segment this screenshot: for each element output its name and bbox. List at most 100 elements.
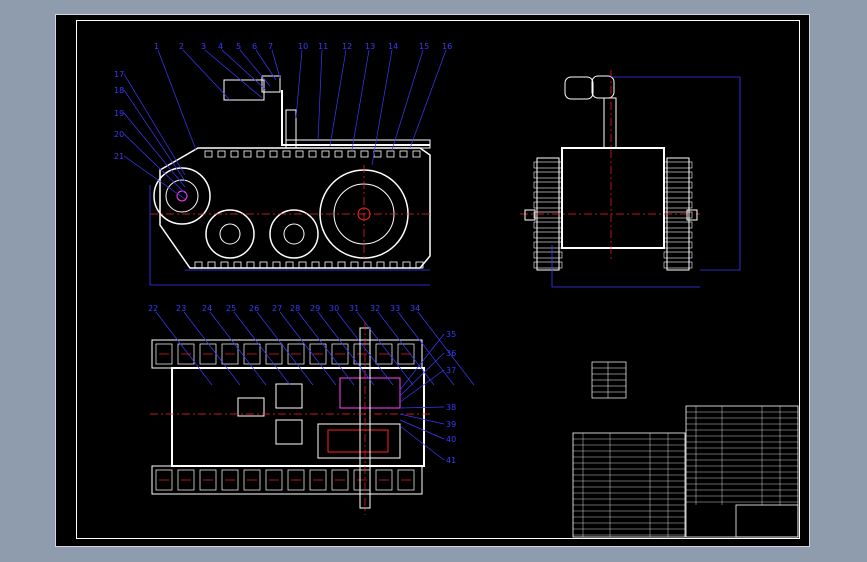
front-view bbox=[520, 70, 741, 288]
track-tooth bbox=[243, 150, 252, 158]
track-tooth bbox=[399, 150, 408, 158]
front-track-link bbox=[533, 231, 563, 239]
front-track-link bbox=[533, 211, 563, 219]
leader-line bbox=[123, 133, 186, 194]
battery-1 bbox=[237, 397, 265, 417]
side-view: 1 2 3 4 5 6 7 10 11 12 13 14 15 161718192021 bbox=[114, 42, 452, 286]
part-label: 5 bbox=[236, 42, 241, 51]
part-label: 32 bbox=[370, 304, 380, 313]
leader-line bbox=[279, 311, 337, 386]
part-label: 27 bbox=[272, 304, 282, 313]
part-label: 12 bbox=[342, 42, 352, 51]
part-label: 15 bbox=[419, 42, 429, 51]
part-label: 39 bbox=[446, 420, 456, 429]
part-label: 13 bbox=[365, 42, 375, 51]
road-wheel-1-hub bbox=[219, 223, 241, 245]
leader-line bbox=[271, 49, 281, 79]
leader-line bbox=[155, 311, 213, 386]
part-label: 2 bbox=[179, 42, 184, 51]
front-track-link bbox=[533, 161, 563, 169]
track-tooth bbox=[295, 150, 304, 158]
top-view: 22 23 24 25 26 27 28 29 30 31 32 33 34 35 36 37 38 39 40 41 bbox=[148, 304, 475, 515]
leader-line bbox=[399, 406, 445, 409]
part-label: 22 bbox=[148, 304, 158, 313]
track-tooth bbox=[373, 150, 382, 158]
front-gripper bbox=[564, 76, 594, 100]
front-track-link bbox=[663, 251, 693, 259]
small-table bbox=[591, 361, 627, 399]
front-dimension bbox=[612, 76, 741, 271]
track-links bbox=[155, 343, 415, 491]
track-tooth bbox=[298, 261, 307, 269]
track-tooth bbox=[230, 150, 239, 158]
front-track-link bbox=[663, 211, 693, 219]
track-tooth bbox=[220, 261, 229, 269]
track-tooth bbox=[334, 150, 343, 158]
arm-post bbox=[285, 109, 297, 149]
track-tooth bbox=[256, 150, 265, 158]
front-track-link bbox=[533, 221, 563, 229]
part-label: 35 bbox=[446, 330, 456, 339]
leader-line bbox=[239, 49, 271, 87]
part-label: 37 bbox=[446, 366, 456, 375]
part-label: 17 bbox=[114, 70, 124, 79]
part-label: 18 bbox=[114, 86, 124, 95]
part-label: 40 bbox=[446, 435, 456, 444]
part-label: 3 bbox=[201, 42, 206, 51]
part-label: 31 bbox=[349, 304, 359, 313]
gripper-joint bbox=[261, 75, 281, 93]
track-tooth bbox=[402, 261, 411, 269]
part-label: 29 bbox=[310, 304, 320, 313]
leader-line bbox=[157, 49, 197, 151]
leader-line bbox=[409, 49, 447, 149]
front-axle-left bbox=[524, 209, 536, 221]
part-label: 28 bbox=[290, 304, 300, 313]
front-track-link bbox=[663, 161, 693, 169]
leader-line bbox=[209, 311, 267, 386]
cad-drawing: 1 2 3 4 5 6 7 10 11 12 13 14 15 161718192021 22 23 24 25… bbox=[114, 42, 799, 538]
part-label: 10 bbox=[298, 42, 308, 51]
track-tooth bbox=[363, 261, 372, 269]
leader-line bbox=[204, 49, 263, 99]
track-tooth bbox=[207, 261, 216, 269]
front-track-link bbox=[533, 201, 563, 209]
front-track-link bbox=[533, 181, 563, 189]
part-label: 30 bbox=[329, 304, 339, 313]
front-track-link bbox=[533, 261, 563, 269]
title-block bbox=[735, 504, 799, 538]
track-teeth-top bbox=[204, 150, 421, 158]
front-dimension-bottom bbox=[551, 245, 700, 288]
part-label: 14 bbox=[388, 42, 398, 51]
leader-line bbox=[329, 49, 347, 147]
front-track-link bbox=[663, 191, 693, 199]
front-track-link bbox=[533, 191, 563, 199]
front-track-link bbox=[533, 171, 563, 179]
track-tooth bbox=[386, 150, 395, 158]
leader-line bbox=[256, 311, 314, 386]
road-wheel-2 bbox=[269, 209, 319, 259]
part-label: 11 bbox=[318, 42, 328, 51]
parts-list-right bbox=[685, 405, 799, 538]
road-wheel-2-hub bbox=[283, 223, 305, 245]
front-track-link bbox=[663, 241, 693, 249]
part-label: 34 bbox=[410, 304, 420, 313]
part-label: 1 bbox=[154, 42, 159, 51]
track-tooth bbox=[204, 150, 213, 158]
front-arm-post bbox=[603, 97, 617, 149]
part-label: 25 bbox=[226, 304, 236, 313]
track-tooth bbox=[350, 261, 359, 269]
front-sprocket-hub bbox=[165, 179, 199, 213]
front-track-link bbox=[663, 181, 693, 189]
track-tooth bbox=[272, 261, 281, 269]
road-wheel-1 bbox=[205, 209, 255, 259]
front-track-link bbox=[663, 171, 693, 179]
front-track-link bbox=[663, 231, 693, 239]
track-tooth bbox=[259, 261, 268, 269]
track-teeth-bottom bbox=[194, 261, 424, 269]
track-tooth bbox=[311, 261, 320, 269]
front-body bbox=[561, 147, 665, 249]
front-track-link bbox=[663, 201, 693, 209]
top-view-leaders: 22 23 24 25 26 27 28 29 30 31 32 33 34 35 36 37 38 39 40 41 bbox=[148, 304, 475, 465]
motor bbox=[327, 429, 389, 453]
track-tooth bbox=[285, 261, 294, 269]
